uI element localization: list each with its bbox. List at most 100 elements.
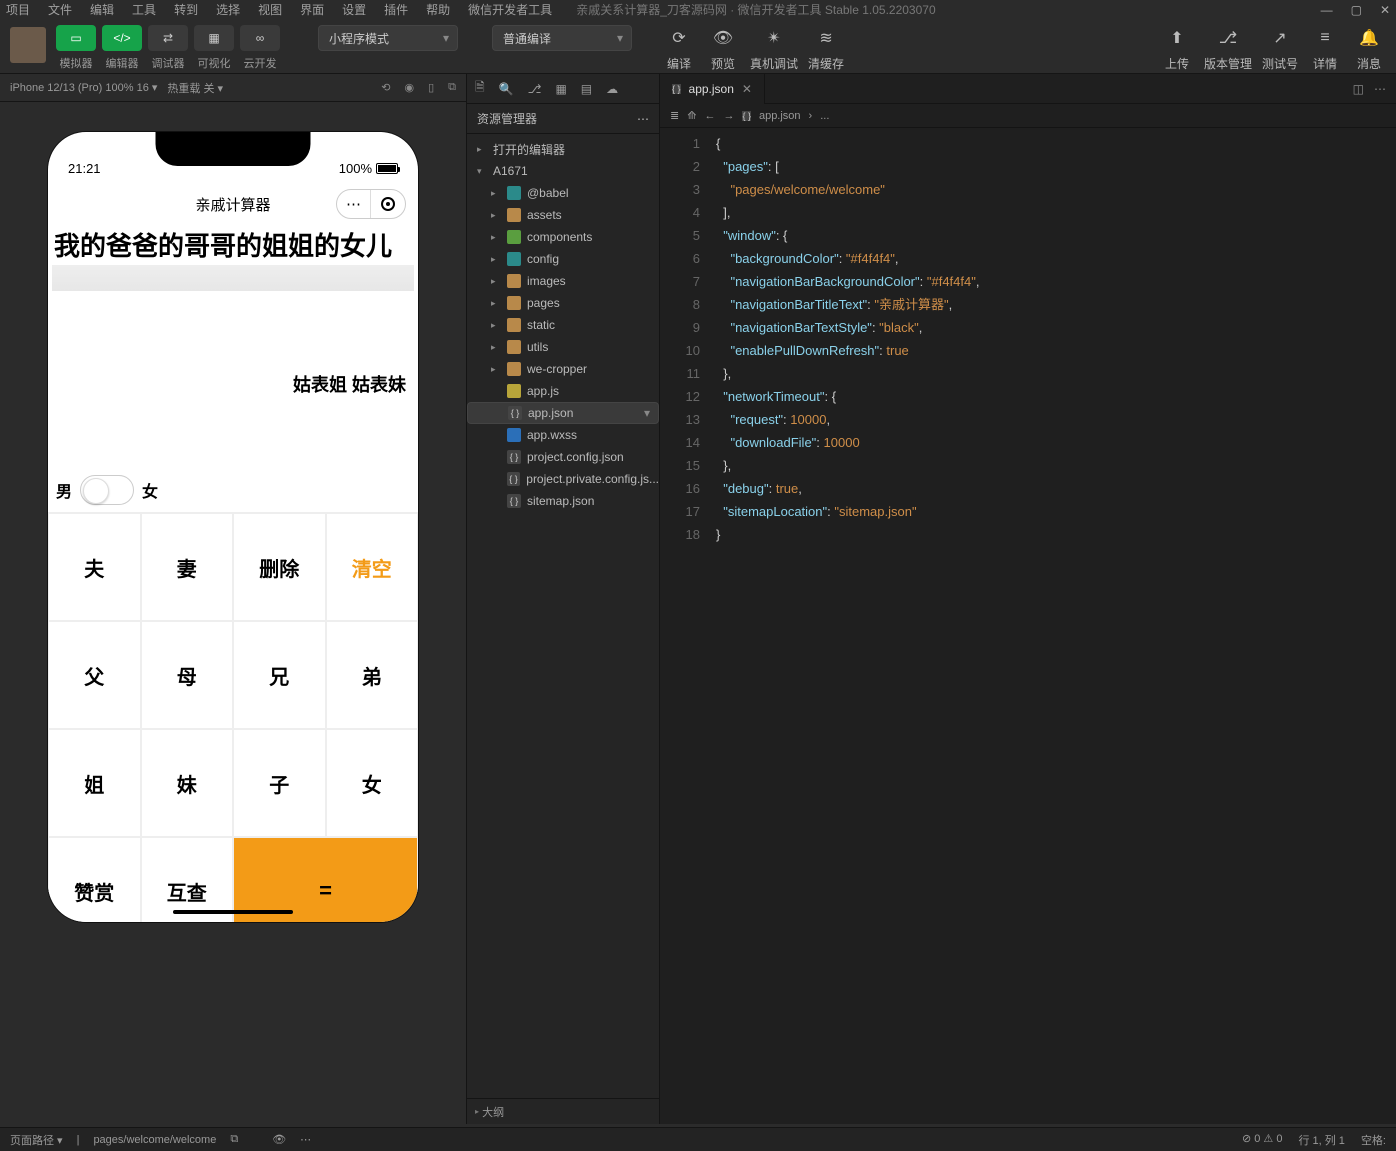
device-icon[interactable]: ▯ bbox=[428, 81, 434, 94]
capsule[interactable]: ⋯ bbox=[336, 189, 406, 219]
tree-item[interactable]: ▸static bbox=[467, 314, 659, 336]
key-younger-sister[interactable]: 妹 bbox=[141, 729, 234, 837]
code-editor[interactable]: 123456789101112131415161718 { "pages": [… bbox=[660, 128, 1396, 1124]
popout-icon[interactable]: ⧉ bbox=[448, 81, 456, 94]
debugger-button[interactable]: ⇄ bbox=[148, 25, 188, 51]
list-icon[interactable]: ≣ bbox=[670, 109, 679, 122]
explorer-more-icon[interactable]: ⋯ bbox=[637, 112, 649, 126]
menu-select[interactable]: 选择 bbox=[216, 1, 240, 18]
opened-editors[interactable]: ▸打开的编辑器 bbox=[467, 138, 659, 160]
menu-view[interactable]: 视图 bbox=[258, 1, 282, 18]
menu-ui[interactable]: 界面 bbox=[300, 1, 324, 18]
git-icon[interactable]: ⎇ bbox=[528, 82, 542, 96]
tree-item[interactable]: ▸we-cropper bbox=[467, 358, 659, 380]
menu-help[interactable]: 帮助 bbox=[426, 1, 450, 18]
tab-close-icon[interactable]: ✕ bbox=[742, 82, 752, 96]
menu-bar: 项目 文件 编辑 工具 转到 选择 视图 界面 设置 插件 帮助 微信开发者工具 bbox=[6, 1, 552, 18]
test-icon[interactable]: ↗ bbox=[1263, 25, 1297, 51]
breadcrumb-tail[interactable]: ... bbox=[820, 110, 829, 122]
menu-devtool[interactable]: 微信开发者工具 bbox=[468, 1, 552, 18]
menu-file[interactable]: 文件 bbox=[48, 1, 72, 18]
tree-item[interactable]: ▸@babel bbox=[467, 182, 659, 204]
forward-icon[interactable]: → bbox=[723, 110, 734, 122]
copy-icon[interactable]: ⧉ bbox=[230, 1133, 238, 1146]
project-root[interactable]: ▾A1671 bbox=[467, 160, 659, 182]
page-path-label[interactable]: 页面路径 ▾ bbox=[10, 1132, 63, 1148]
tree-item[interactable]: ▸pages bbox=[467, 292, 659, 314]
tree-item[interactable]: ▸config bbox=[467, 248, 659, 270]
tree-item[interactable]: app.wxss bbox=[467, 424, 659, 446]
page-path-value[interactable]: pages/welcome/welcome bbox=[93, 1134, 216, 1146]
cloud-button[interactable]: ∞ bbox=[240, 25, 280, 51]
detail-icon[interactable]: ≡ bbox=[1308, 25, 1342, 51]
compile-icon[interactable]: ⟳ bbox=[662, 25, 696, 51]
key-wife[interactable]: 妻 bbox=[141, 513, 234, 621]
breadcrumb-file[interactable]: app.json bbox=[759, 110, 801, 122]
editor-button[interactable]: </> bbox=[102, 25, 142, 51]
capsule-more-icon[interactable]: ⋯ bbox=[337, 190, 371, 218]
back-icon[interactable]: ← bbox=[704, 110, 715, 122]
editor-tab-appjson[interactable]: app.json ✕ bbox=[660, 74, 765, 104]
mode-select[interactable]: 小程序模式 bbox=[318, 25, 458, 51]
eye-icon[interactable]: 👁 bbox=[272, 1133, 286, 1146]
search-icon[interactable]: 🔍 bbox=[499, 82, 514, 96]
capsule-close-icon[interactable] bbox=[371, 190, 405, 218]
maximize-icon[interactable]: ▢ bbox=[1351, 3, 1362, 17]
tree-item[interactable]: app.json bbox=[467, 402, 659, 424]
menu-tool[interactable]: 工具 bbox=[132, 1, 156, 18]
tree-item[interactable]: ▸images bbox=[467, 270, 659, 292]
key-elder-sister[interactable]: 姐 bbox=[48, 729, 141, 837]
ext-icon[interactable]: ▦ bbox=[555, 82, 566, 96]
upload-icon[interactable]: ⬆ bbox=[1160, 25, 1194, 51]
menu-goto[interactable]: 转到 bbox=[174, 1, 198, 18]
cloud-tab-icon[interactable]: ☁ bbox=[606, 82, 618, 96]
hot-reload-select[interactable]: 热重载 关 ▾ bbox=[167, 80, 223, 96]
message-icon[interactable]: 🔔 bbox=[1352, 25, 1386, 51]
tree-item[interactable]: ▸utils bbox=[467, 336, 659, 358]
bookmark-icon[interactable]: ⟰ bbox=[687, 109, 696, 122]
tree-item[interactable]: app.js bbox=[467, 380, 659, 402]
key-mother[interactable]: 母 bbox=[141, 621, 234, 729]
key-delete[interactable]: 删除 bbox=[233, 513, 326, 621]
tree-item[interactable]: sitemap.json bbox=[467, 490, 659, 512]
preview-icon[interactable]: 👁 bbox=[706, 25, 740, 51]
spaces[interactable]: 空格: bbox=[1361, 1132, 1386, 1148]
key-father[interactable]: 父 bbox=[48, 621, 141, 729]
close-icon[interactable]: ✕ bbox=[1380, 3, 1390, 17]
ellipsis-icon[interactable]: ⋯ bbox=[300, 1133, 311, 1146]
avatar[interactable] bbox=[10, 27, 46, 63]
db-icon[interactable]: ▤ bbox=[581, 82, 592, 96]
tree-item[interactable]: project.config.json bbox=[467, 446, 659, 468]
key-husband[interactable]: 夫 bbox=[48, 513, 141, 621]
key-younger-brother[interactable]: 弟 bbox=[326, 621, 419, 729]
more-icon[interactable]: ⋯ bbox=[1374, 82, 1386, 96]
visual-button[interactable]: ▦ bbox=[194, 25, 234, 51]
tree-item[interactable]: ▸components bbox=[467, 226, 659, 248]
key-clear[interactable]: 清空 bbox=[326, 513, 419, 621]
refresh-icon[interactable]: ⟲ bbox=[381, 81, 390, 94]
tree-item[interactable]: ▸assets bbox=[467, 204, 659, 226]
menu-project[interactable]: 项目 bbox=[6, 1, 30, 18]
files-tab-icon[interactable]: 🗎 bbox=[475, 78, 485, 99]
compile-select[interactable]: 普通编译 bbox=[492, 25, 632, 51]
key-donate[interactable]: 赞赏 bbox=[48, 837, 141, 922]
key-elder-brother[interactable]: 兄 bbox=[233, 621, 326, 729]
split-icon[interactable]: ◫ bbox=[1353, 82, 1364, 96]
tree-item[interactable]: project.private.config.js... bbox=[467, 468, 659, 490]
menu-settings[interactable]: 设置 bbox=[342, 1, 366, 18]
record-icon[interactable]: ◉ bbox=[404, 81, 414, 94]
clear-cache-icon[interactable]: ≋ bbox=[809, 25, 843, 51]
minimize-icon[interactable]: — bbox=[1321, 3, 1333, 17]
simulator-button[interactable]: ▭ bbox=[56, 25, 96, 51]
outline-title[interactable]: 大纲 bbox=[482, 1104, 504, 1120]
key-son[interactable]: 子 bbox=[233, 729, 326, 837]
problems[interactable]: ⊘ 0 ⚠ 0 bbox=[1242, 1132, 1282, 1148]
gender-switch[interactable] bbox=[80, 475, 134, 505]
key-daughter[interactable]: 女 bbox=[326, 729, 419, 837]
menu-edit[interactable]: 编辑 bbox=[90, 1, 114, 18]
cursor-pos[interactable]: 行 1, 列 1 bbox=[1298, 1132, 1344, 1148]
menu-plugin[interactable]: 插件 bbox=[384, 1, 408, 18]
device-select[interactable]: iPhone 12/13 (Pro) 100% 16 ▾ bbox=[10, 81, 157, 94]
version-icon[interactable]: ⎇ bbox=[1211, 25, 1245, 51]
remote-debug-icon[interactable]: ✴ bbox=[757, 25, 791, 51]
